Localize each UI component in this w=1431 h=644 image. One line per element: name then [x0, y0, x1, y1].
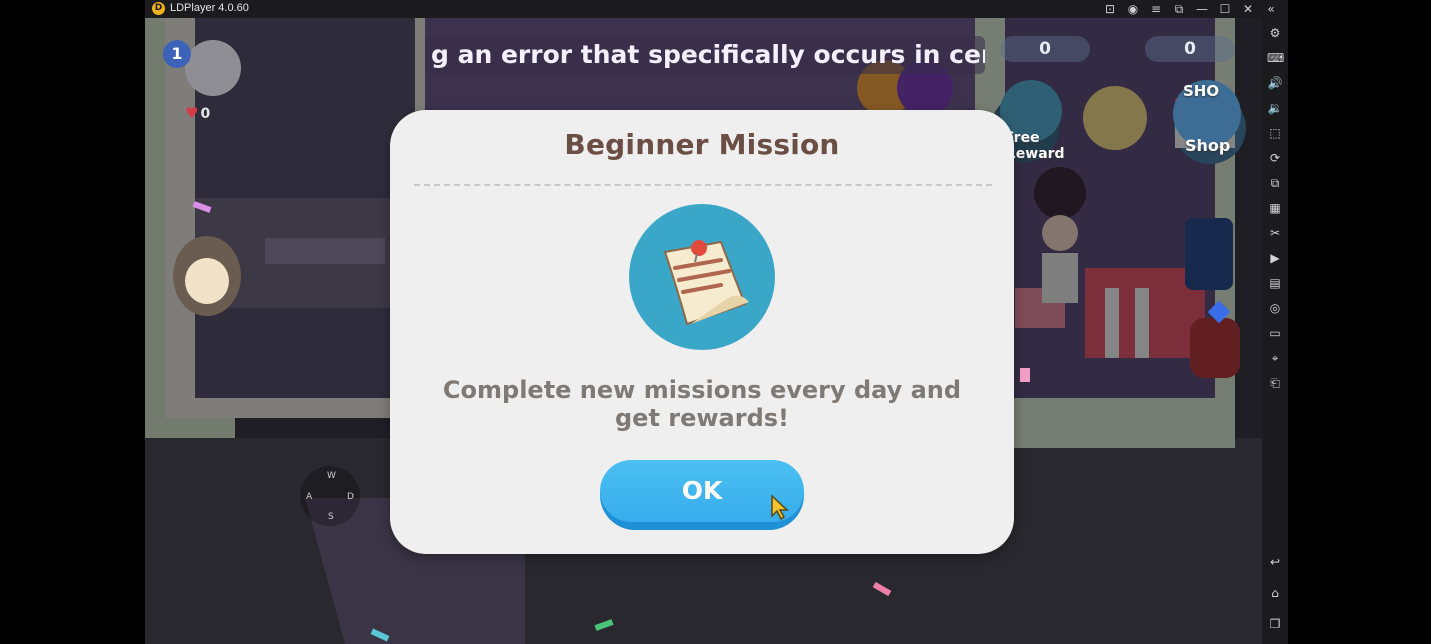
beginner-mission-dialog: Beginner Mission Complete new missions e…: [390, 110, 1014, 554]
recents-icon[interactable]: ❐: [1267, 616, 1283, 632]
operation-icon[interactable]: ◎: [1267, 300, 1283, 316]
hearts-value: 0: [200, 106, 211, 122]
collapse-icon[interactable]: «: [1264, 2, 1278, 16]
mission-note-icon: [629, 204, 775, 350]
emulator-sidebar: ⚙ ⌨ 🔊 🔉 ⬚ ⟳ ⧉ ▦ ✂ ▶ ▤ ◎ ▭ ⌖ ⎗ ↩ ⌂ ❐: [1262, 18, 1288, 644]
menu-icon[interactable]: ≡: [1149, 2, 1163, 16]
window-controls: ⊡ ◉ ≡ ⧉ — ☐ ✕ «: [1103, 0, 1278, 18]
maximize-icon[interactable]: ☐: [1218, 2, 1232, 16]
location-icon[interactable]: ⌖: [1267, 350, 1283, 366]
folder-icon[interactable]: ▭: [1267, 325, 1283, 341]
gamepad-icon[interactable]: ⊡: [1103, 2, 1117, 16]
close-icon[interactable]: ✕: [1241, 2, 1255, 16]
dialog-title: Beginner Mission: [564, 128, 840, 161]
npc-face: [185, 258, 229, 304]
home-icon[interactable]: ⌂: [1267, 585, 1283, 601]
emulator-titlebar: D LDPlayer 4.0.60 ⊡ ◉ ≡ ⧉ — ☐ ✕ «: [145, 0, 1288, 18]
shake-icon[interactable]: ⎗: [1267, 375, 1283, 391]
game-viewport[interactable]: g an error that specifically occurs in c…: [145, 18, 1262, 644]
currency-counter-1: 0: [1000, 36, 1090, 62]
ok-button[interactable]: OK: [600, 460, 804, 530]
player-avatar[interactable]: [185, 40, 241, 96]
keyboard-icon[interactable]: ⌨: [1267, 50, 1284, 66]
level-badge: 1: [163, 40, 191, 68]
screenshot-icon[interactable]: ⬚: [1267, 125, 1283, 141]
hearts-counter: ♥ 0: [185, 104, 210, 122]
window-title: LDPlayer 4.0.60: [170, 2, 249, 14]
apk-icon[interactable]: ▦: [1267, 200, 1283, 216]
account-icon[interactable]: ◉: [1126, 2, 1140, 16]
heart-icon: ♥: [185, 104, 199, 122]
ldplayer-logo-icon: D: [152, 2, 165, 15]
dpad-up: W: [327, 471, 336, 481]
announcement-marquee: g an error that specifically occurs in c…: [425, 36, 985, 74]
dialog-divider: [414, 184, 992, 186]
settings-icon[interactable]: ⚙: [1267, 25, 1283, 41]
npc-avatar[interactable]: [173, 236, 241, 316]
sync-icon[interactable]: ▤: [1267, 275, 1283, 291]
volume-down-icon[interactable]: 🔉: [1267, 100, 1283, 116]
currency-counter-2: 0: [1145, 36, 1235, 62]
shop-label: Shop: [1185, 136, 1231, 155]
dialog-message: Complete new missions every day and get …: [442, 376, 962, 432]
rotate-icon[interactable]: ⟳: [1267, 150, 1283, 166]
back-icon[interactable]: ↩: [1267, 554, 1283, 570]
scissors-icon[interactable]: ✂: [1267, 225, 1283, 241]
shop-sign: SHO: [1183, 82, 1220, 100]
confetti: [1020, 368, 1030, 382]
dpad-right: D: [347, 492, 354, 502]
pin-icon[interactable]: ⧉: [1172, 2, 1186, 16]
minimize-icon[interactable]: —: [1195, 2, 1209, 16]
multi-instance-icon[interactable]: ⧉: [1267, 175, 1283, 191]
dpad-down: S: [328, 512, 334, 522]
mouse-cursor-icon: [771, 494, 789, 520]
volume-up-icon[interactable]: 🔊: [1267, 75, 1283, 91]
record-icon[interactable]: ▶: [1267, 250, 1283, 266]
dpad-left: A: [306, 492, 313, 502]
wasd-dpad[interactable]: W A D S: [300, 466, 360, 526]
